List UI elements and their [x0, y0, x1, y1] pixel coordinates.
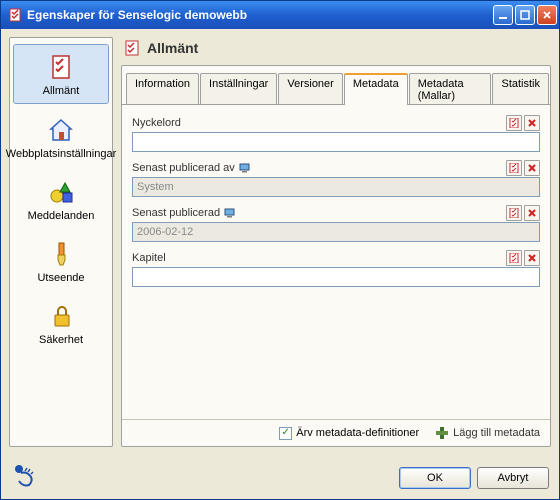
kapitel-input[interactable] — [132, 267, 540, 287]
tab-label: Versioner — [287, 78, 333, 90]
sidebar-item-meddelanden[interactable]: Meddelanden — [13, 170, 109, 228]
field-label: Senast publicerad av — [132, 162, 251, 174]
titlebar[interactable]: Egenskaper för Senselogic demowebb — [1, 1, 559, 29]
sidebar-item-label: Utseende — [37, 272, 84, 284]
ok-button[interactable]: OK — [399, 467, 471, 489]
field-senast-publicerad-av: Senast publicerad av — [132, 160, 540, 197]
sidebar-item-sakerhet[interactable]: Säkerhet — [13, 294, 109, 352]
tab-bar: Information Inställningar Versioner Meta… — [122, 72, 550, 104]
maximize-button[interactable] — [515, 5, 535, 25]
sidebar-item-allmant[interactable]: Allmänt — [13, 44, 109, 104]
senast-publicerad-input — [132, 222, 540, 242]
sidebar-item-label: Webbplatsinställningar — [6, 148, 116, 160]
add-metadata-button[interactable]: Lägg till metadata — [435, 426, 540, 440]
nyckelord-input[interactable] — [132, 132, 540, 152]
field-options-button[interactable] — [506, 160, 522, 176]
tab-versioner[interactable]: Versioner — [278, 73, 342, 105]
inherit-metadata-checkbox[interactable]: ✓ Ärv metadata-definitioner — [279, 427, 419, 440]
tab-label: Metadata (Mallar) — [418, 78, 464, 102]
window-title: Egenskaper för Senselogic demowebb — [27, 8, 493, 22]
shapes-icon — [45, 176, 77, 208]
titlebar-buttons — [493, 5, 557, 25]
sidebar-item-label: Säkerhet — [39, 334, 83, 346]
tab-metadata[interactable]: Metadata — [344, 73, 408, 105]
field-label: Senast publicerad — [132, 207, 236, 219]
minimize-button[interactable] — [493, 5, 513, 25]
app-icon — [7, 7, 23, 23]
tab-label: Information — [135, 78, 190, 90]
sidebar-item-label: Meddelanden — [28, 210, 95, 222]
checkbox-icon: ✓ — [279, 427, 292, 440]
sidebar-item-webbplats[interactable]: Webbplatsinställningar — [13, 108, 109, 166]
sidebar-item-label: Allmänt — [43, 85, 80, 97]
field-label: Kapitel — [132, 252, 166, 264]
brush-icon — [45, 238, 77, 270]
checklist-icon — [123, 39, 141, 57]
footer-buttons: OK Avbryt — [399, 467, 549, 489]
tab-label: Metadata — [353, 78, 399, 90]
content-panel: Information Inställningar Versioner Meta… — [121, 65, 551, 447]
close-button[interactable] — [537, 5, 557, 25]
dialog-footer: OK Avbryt — [1, 455, 559, 499]
computer-icon — [224, 208, 236, 218]
tab-statistik[interactable]: Statistik — [492, 73, 549, 105]
field-delete-button[interactable] — [524, 115, 540, 131]
tab-label: Inställningar — [209, 78, 268, 90]
field-delete-button[interactable] — [524, 205, 540, 221]
computer-icon — [239, 163, 251, 173]
panel-footer: ✓ Ärv metadata-definitioner Lägg till me… — [122, 419, 550, 446]
main-area: Allmänt Information Inställningar Versio… — [121, 37, 551, 447]
hand-logo-icon — [11, 461, 39, 489]
plus-icon — [435, 426, 449, 440]
dialog-window: Egenskaper för Senselogic demowebb Allmä… — [0, 0, 560, 500]
field-options-button[interactable] — [506, 115, 522, 131]
page-title: Allmänt — [147, 40, 198, 56]
tab-content: Nyckelord Senast publicerad av — [122, 104, 550, 419]
add-metadata-label: Lägg till metadata — [453, 427, 540, 439]
field-kapitel: Kapitel — [132, 250, 540, 287]
tab-information[interactable]: Information — [126, 73, 199, 105]
checklist-icon — [45, 51, 77, 83]
field-options-button[interactable] — [506, 205, 522, 221]
house-icon — [45, 114, 77, 146]
field-label: Nyckelord — [132, 117, 181, 129]
field-options-button[interactable] — [506, 250, 522, 266]
field-delete-button[interactable] — [524, 250, 540, 266]
page-header: Allmänt — [121, 37, 551, 65]
field-senast-publicerad: Senast publicerad — [132, 205, 540, 242]
lock-icon — [45, 300, 77, 332]
sidebar: Allmänt Webbplatsinställningar Meddeland… — [9, 37, 113, 447]
cancel-button[interactable]: Avbryt — [477, 467, 549, 489]
tab-installningar[interactable]: Inställningar — [200, 73, 277, 105]
field-nyckelord: Nyckelord — [132, 115, 540, 152]
dialog-body: Allmänt Webbplatsinställningar Meddeland… — [1, 29, 559, 455]
senast-publicerad-av-input — [132, 177, 540, 197]
tab-metadata-mallar[interactable]: Metadata (Mallar) — [409, 73, 492, 105]
sidebar-item-utseende[interactable]: Utseende — [13, 232, 109, 290]
field-delete-button[interactable] — [524, 160, 540, 176]
tab-label: Statistik — [501, 78, 540, 90]
checkbox-label: Ärv metadata-definitioner — [296, 427, 419, 439]
